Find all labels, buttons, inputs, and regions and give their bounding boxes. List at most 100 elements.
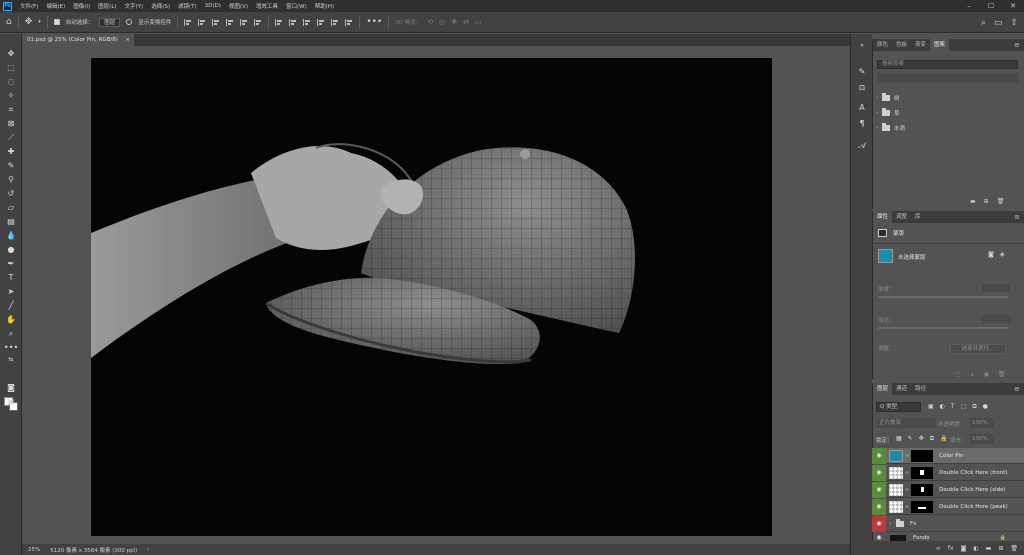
lock-position-icon[interactable]: ✥: [919, 435, 924, 443]
new-layer-icon[interactable]: ⊞: [998, 545, 1003, 552]
glyphs-icon[interactable]: 𝒜: [856, 140, 868, 152]
visibility-eye-icon[interactable]: ◉: [872, 464, 886, 481]
link-layers-icon[interactable]: ∞: [936, 545, 941, 552]
eraser-tool-icon[interactable]: ▱: [4, 202, 18, 214]
brush-tool-icon[interactable]: ✎: [4, 160, 18, 172]
add-pixel-mask-icon[interactable]: ◙: [988, 251, 994, 258]
chevron-right-icon[interactable]: ›: [876, 125, 878, 131]
align-right-icon[interactable]: [212, 18, 220, 26]
distribute-bottom-icon[interactable]: [303, 18, 311, 26]
quick-mask-icon[interactable]: ◙: [4, 382, 18, 394]
new-adjustment-icon[interactable]: ◐: [973, 545, 978, 552]
menu-help[interactable]: 帮助(H): [311, 2, 338, 10]
delete-layer-icon[interactable]: 🗑: [1010, 545, 1018, 552]
lock-image-icon[interactable]: ✎: [908, 435, 913, 443]
new-group-icon[interactable]: ▬: [970, 198, 976, 205]
align-top-icon[interactable]: [226, 18, 234, 26]
close-window-icon[interactable]: ✕: [1002, 0, 1024, 12]
filter-smart-icon[interactable]: ⧉: [972, 403, 976, 411]
lock-artboard-icon[interactable]: ⧉: [930, 435, 934, 443]
feather-field[interactable]: [982, 315, 1010, 323]
gradient-tool-icon[interactable]: ▤: [4, 216, 18, 228]
chevron-down-icon[interactable]: ▾: [38, 19, 41, 25]
visibility-eye-icon[interactable]: ◉: [872, 498, 886, 515]
crop-tool-icon[interactable]: ⌗: [4, 104, 18, 116]
filter-shape-icon[interactable]: ⬚: [961, 403, 967, 411]
edit-toolbar-icon[interactable]: •••: [4, 342, 18, 354]
tab-color[interactable]: 颜色: [873, 39, 892, 51]
opacity-field[interactable]: 100%: [970, 418, 994, 428]
chevron-right-icon[interactable]: ›: [876, 110, 878, 116]
tab-layers[interactable]: 图层: [873, 383, 893, 395]
tab-adjustments[interactable]: 调整: [892, 211, 911, 223]
tab-channels[interactable]: 通道: [892, 383, 911, 395]
new-pattern-icon[interactable]: ⊞: [984, 198, 989, 205]
tab-patterns[interactable]: 图案: [930, 39, 950, 51]
type-tool-icon[interactable]: T: [4, 272, 18, 284]
tab-swatches[interactable]: 色板: [892, 39, 911, 51]
auto-select-dropdown[interactable]: 图层: [99, 17, 121, 27]
visibility-eye-icon[interactable]: ◉: [872, 447, 886, 464]
filter-pixel-icon[interactable]: ▣: [928, 403, 934, 411]
apply-mask-icon[interactable]: ⇣: [970, 371, 975, 378]
load-selection-icon[interactable]: ⬚: [955, 371, 961, 378]
tab-properties[interactable]: 属性: [873, 211, 893, 223]
align-left-icon[interactable]: [184, 18, 192, 26]
line-tool-icon[interactable]: ╱: [4, 300, 18, 312]
auto-select-checkbox[interactable]: [53, 19, 60, 25]
lock-all-icon[interactable]: 🔒: [940, 435, 947, 443]
share-icon[interactable]: ⇪: [1010, 18, 1018, 28]
tab-gradients[interactable]: 渐变: [911, 39, 930, 51]
brush-settings-icon[interactable]: ✎: [856, 66, 868, 78]
marquee-tool-icon[interactable]: ⬚: [4, 62, 18, 74]
character-icon[interactable]: A: [856, 102, 868, 114]
visibility-eye-icon[interactable]: ◉: [872, 481, 886, 498]
layer-filter-dropdown[interactable]: Q 类型: [876, 402, 921, 412]
menu-layer[interactable]: 图层(L): [94, 2, 120, 10]
adjustments-icon[interactable]: ⚖: [856, 82, 868, 94]
layer-row[interactable]: ◉ ∞ Double Click Here (peak): [872, 498, 1024, 515]
distribute-middle-icon[interactable]: [289, 18, 297, 26]
document-canvas[interactable]: [91, 58, 772, 536]
zoom-level[interactable]: 25%: [28, 547, 40, 553]
lock-transparent-icon[interactable]: ▦: [896, 435, 902, 443]
stamp-tool-icon[interactable]: ⚲: [4, 174, 18, 186]
toggle-visibility-icon[interactable]: ◉: [984, 371, 989, 378]
distribute-center-icon[interactable]: [331, 18, 339, 26]
minimize-icon[interactable]: –: [958, 0, 980, 12]
eyedropper-tool-icon[interactable]: ⟋: [4, 132, 18, 144]
align-center-icon[interactable]: [198, 18, 206, 26]
path-selection-tool-icon[interactable]: ➤: [4, 286, 18, 298]
density-slider[interactable]: [878, 296, 1008, 298]
add-vector-mask-icon[interactable]: ◈: [1000, 251, 1005, 258]
swap-colors-icon[interactable]: ⇆: [4, 354, 18, 366]
menu-view[interactable]: 视图(V): [225, 2, 252, 10]
chevron-right-icon[interactable]: ›: [876, 95, 878, 101]
zoom-tool-icon[interactable]: ⌕: [4, 328, 18, 340]
visibility-eye-icon[interactable]: ◉: [872, 515, 886, 532]
folder-row[interactable]: › 树: [876, 91, 1019, 104]
paragraph-icon[interactable]: ¶: [856, 118, 868, 130]
search-icon[interactable]: ⌕: [981, 18, 986, 28]
filter-toggle-icon[interactable]: ●: [983, 403, 988, 411]
maximize-icon[interactable]: ☐: [980, 0, 1002, 12]
menu-window[interactable]: 窗口(W): [282, 2, 311, 10]
menu-type[interactable]: 文字(Y): [121, 2, 148, 10]
folder-row[interactable]: › 草: [876, 106, 1019, 119]
dodge-tool-icon[interactable]: ●: [4, 244, 18, 256]
move-tool-icon[interactable]: ✥: [25, 17, 33, 27]
more-options-icon[interactable]: •••: [366, 17, 382, 27]
menu-filter[interactable]: 滤镜(T): [174, 2, 201, 10]
home-icon[interactable]: ⌂: [6, 17, 12, 27]
select-and-mask-button[interactable]: 选择并遮住...: [950, 344, 1006, 354]
history-brush-tool-icon[interactable]: ↺: [4, 188, 18, 200]
new-group-icon[interactable]: ▬: [986, 545, 992, 552]
feather-slider[interactable]: [878, 327, 1008, 329]
filter-type-icon[interactable]: T: [951, 403, 955, 411]
menu-plugins[interactable]: 增效工具: [252, 2, 282, 10]
layer-row[interactable]: ◉ ∞ Color Pin: [872, 447, 1024, 464]
menu-file[interactable]: 文件(F): [16, 2, 42, 10]
density-field[interactable]: [982, 284, 1010, 292]
menu-select[interactable]: 选择(S): [147, 2, 174, 10]
align-middle-icon[interactable]: [240, 18, 248, 26]
